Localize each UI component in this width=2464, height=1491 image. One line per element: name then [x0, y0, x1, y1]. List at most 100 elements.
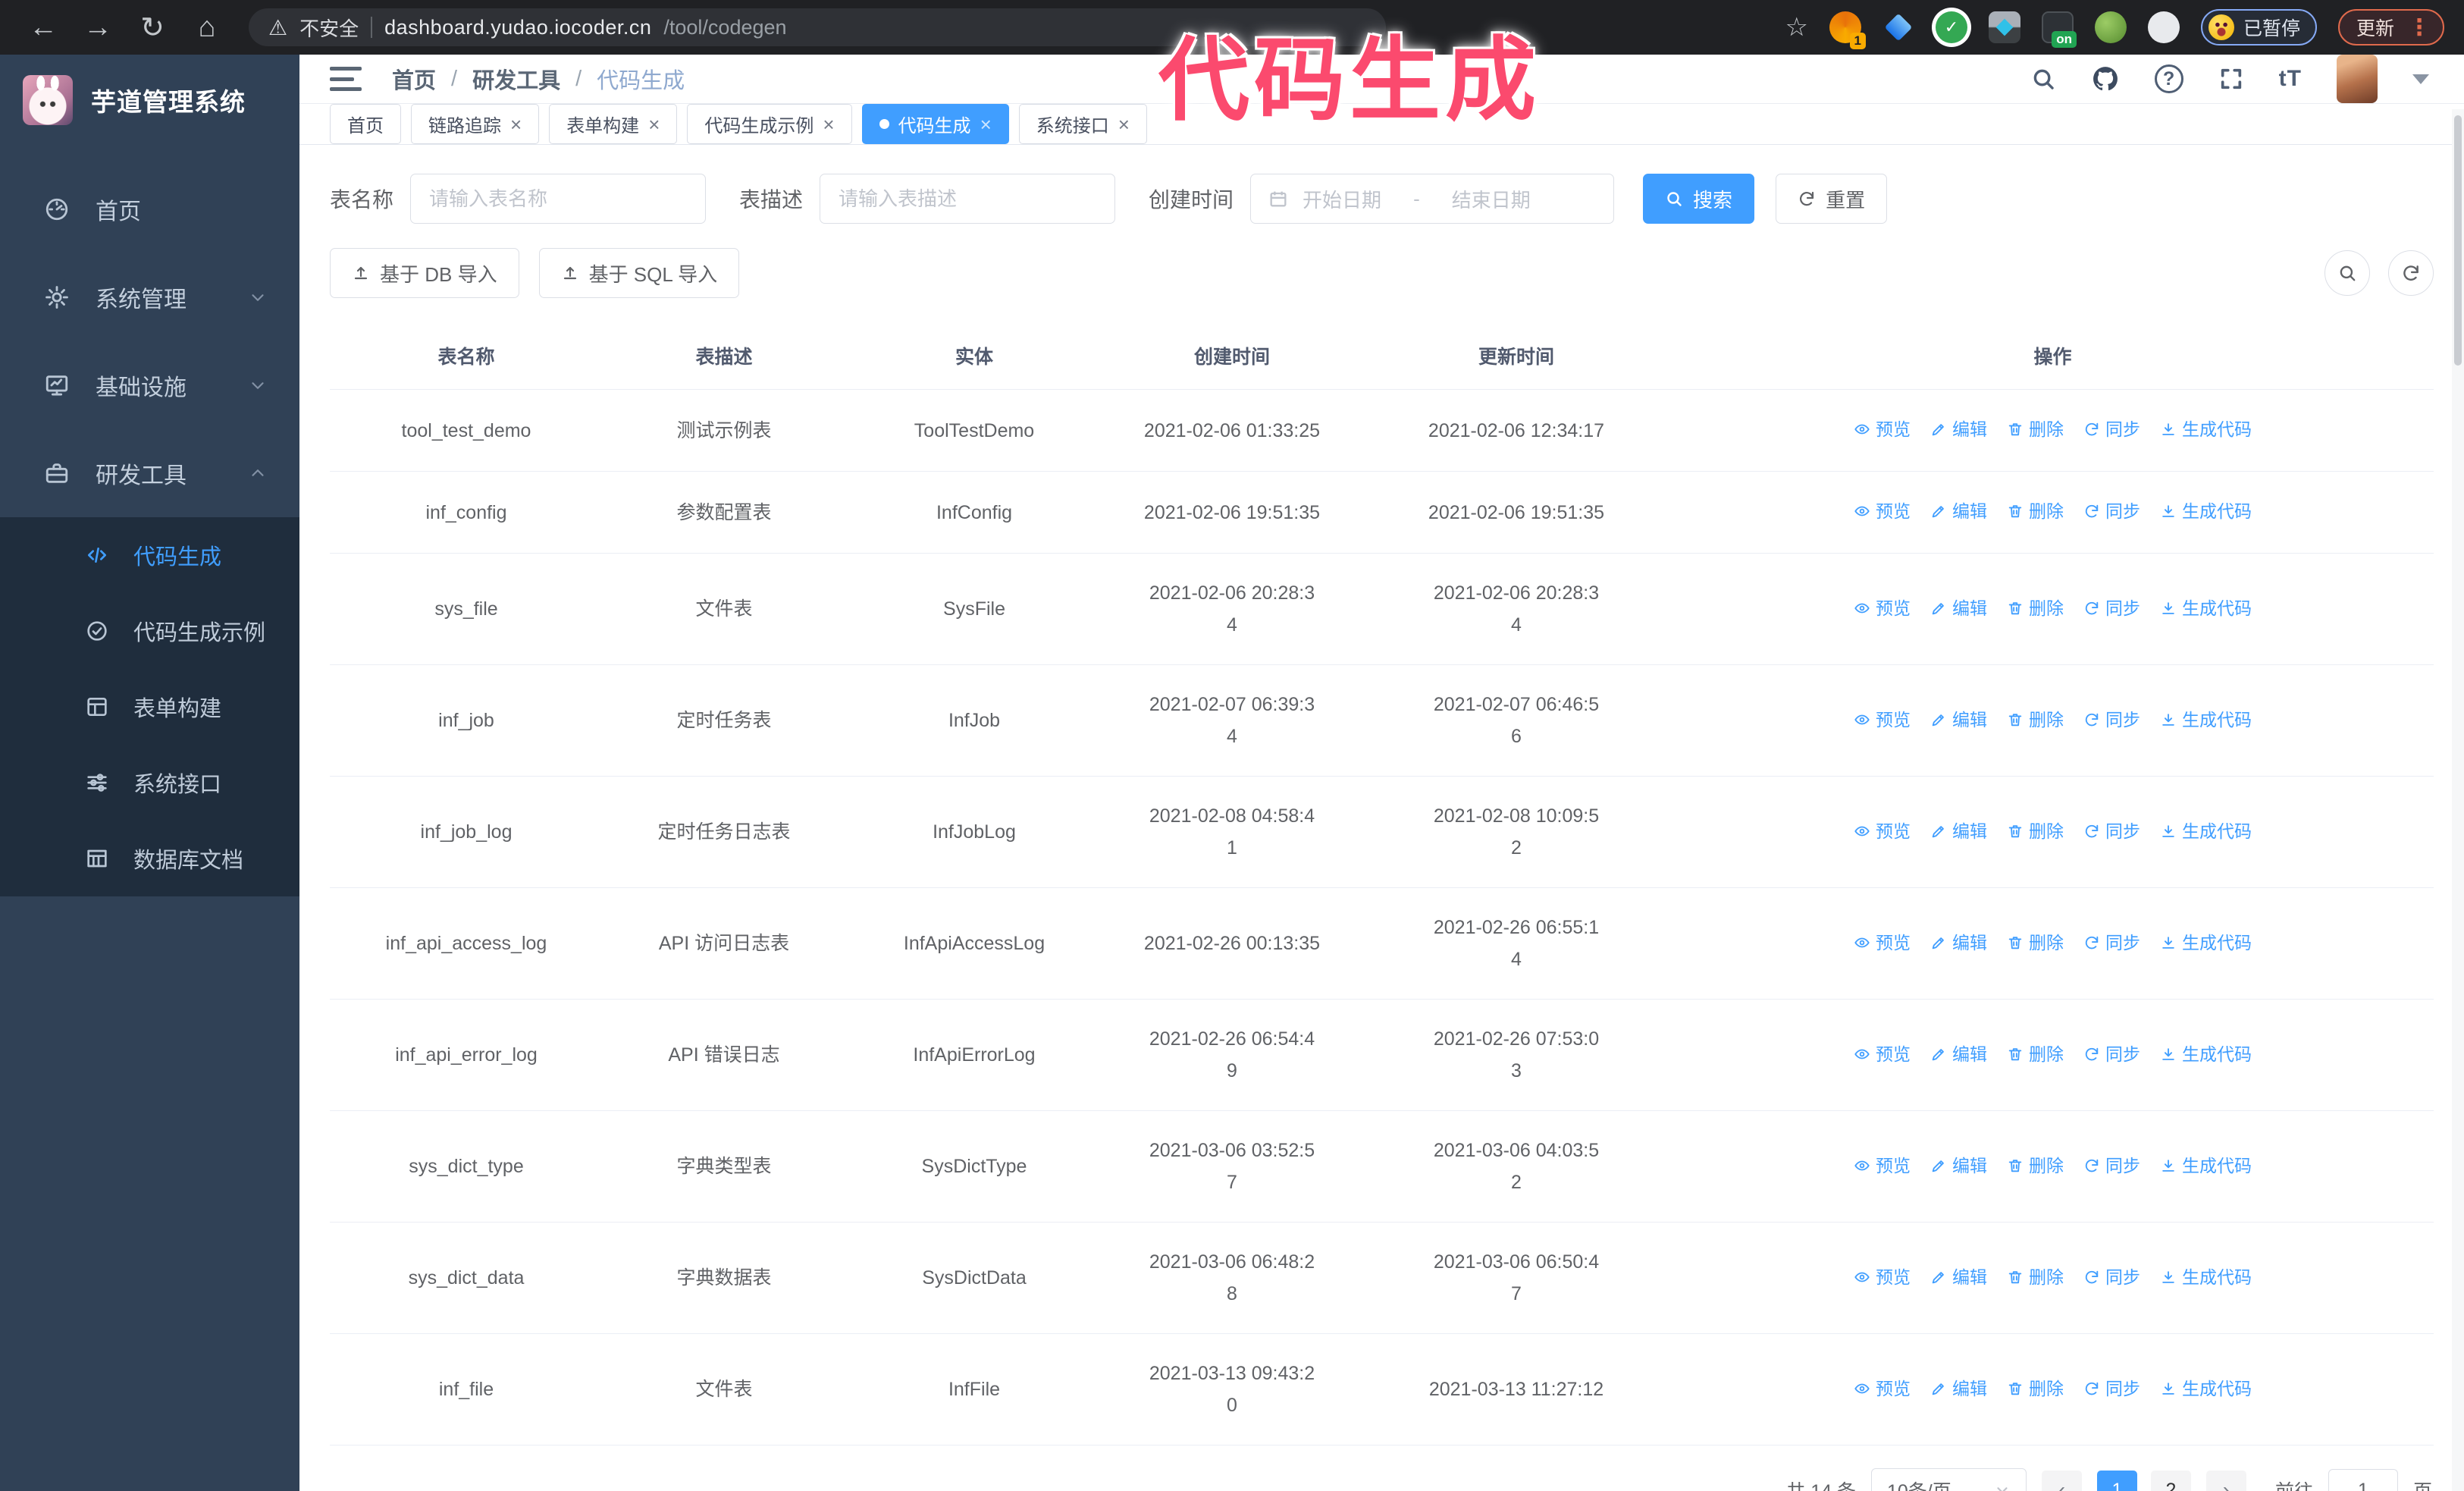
action-edit-link[interactable]: 编辑: [1930, 704, 1987, 736]
tab-2[interactable]: 表单构建 ×: [549, 104, 678, 144]
page-scrollbar[interactable]: [2452, 109, 2464, 1491]
action-delete-link[interactable]: 删除: [2007, 815, 2064, 847]
refresh-button[interactable]: [2388, 250, 2434, 296]
dark-on-extension-icon[interactable]: on: [2041, 11, 2077, 48]
action-eye-link[interactable]: 预览: [1854, 413, 1911, 445]
bookmark-star-icon[interactable]: ☆: [1785, 12, 1807, 42]
action-delete-link[interactable]: 删除: [2007, 1261, 2064, 1293]
action-eye-link[interactable]: 预览: [1854, 1150, 1911, 1182]
action-delete-link[interactable]: 删除: [2007, 1038, 2064, 1070]
date-end-placeholder[interactable]: 结束日期: [1452, 185, 1531, 213]
tab-close-icon[interactable]: ×: [510, 115, 522, 134]
sidebar-item-3[interactable]: 研发工具: [0, 429, 299, 517]
tab-close-icon[interactable]: ×: [648, 115, 660, 134]
chrome-orange-extension-icon[interactable]: 1: [1829, 11, 1866, 49]
page-size-select[interactable]: 10条/页: [1870, 1468, 2027, 1491]
breadcrumb-home[interactable]: 首页: [392, 63, 436, 95]
scrollbar-thumb[interactable]: [2454, 115, 2462, 366]
action-delete-link[interactable]: 删除: [2007, 704, 2064, 736]
action-eye-link[interactable]: 预览: [1854, 592, 1911, 624]
next-page-button[interactable]: ›: [2205, 1470, 2246, 1491]
tab-3[interactable]: 代码生成示例 ×: [687, 104, 852, 144]
action-delete-link[interactable]: 删除: [2007, 927, 2064, 959]
action-download-link[interactable]: 生成代码: [2160, 1150, 2252, 1182]
font-size-icon[interactable]: tT: [2279, 66, 2302, 92]
green-critter-extension-icon[interactable]: [2094, 11, 2127, 43]
action-sync-link[interactable]: 同步: [2083, 1038, 2140, 1070]
action-delete-link[interactable]: 删除: [2007, 495, 2064, 527]
page-button-2[interactable]: 2: [2150, 1470, 2191, 1491]
table-desc-input[interactable]: [820, 174, 1116, 224]
goto-page-input[interactable]: [2328, 1469, 2398, 1491]
tab-4[interactable]: 代码生成 ×: [861, 104, 1009, 144]
action-edit-link[interactable]: 编辑: [1930, 1373, 1987, 1405]
prev-page-button[interactable]: ‹: [2041, 1470, 2082, 1491]
breadcrumb-devtools[interactable]: 研发工具: [472, 63, 560, 95]
search-icon[interactable]: [2030, 66, 2056, 92]
action-download-link[interactable]: 生成代码: [2160, 1261, 2252, 1293]
browser-update-button[interactable]: 更新 ⋮: [2337, 9, 2444, 46]
action-edit-link[interactable]: 编辑: [1930, 495, 1987, 527]
import-sql-button[interactable]: 基于 SQL 导入: [538, 248, 740, 298]
browser-forward-icon[interactable]: →: [74, 6, 121, 49]
tab-5[interactable]: 系统接口 ×: [1018, 104, 1147, 144]
action-download-link[interactable]: 生成代码: [2160, 704, 2252, 736]
fullscreen-icon[interactable]: [2218, 66, 2244, 92]
user-avatar[interactable]: [2337, 55, 2378, 103]
date-range-picker[interactable]: 开始日期 - 结束日期: [1250, 174, 1615, 224]
white-puzzle-extension-icon[interactable]: [2147, 11, 2180, 43]
browser-home-icon[interactable]: ⌂: [183, 6, 230, 49]
action-sync-link[interactable]: 同步: [2083, 1261, 2140, 1293]
tab-0[interactable]: 首页: [330, 104, 401, 144]
date-start-placeholder[interactable]: 开始日期: [1303, 185, 1381, 213]
action-edit-link[interactable]: 编辑: [1930, 1150, 1987, 1182]
action-edit-link[interactable]: 编辑: [1930, 1038, 1987, 1070]
action-edit-link[interactable]: 编辑: [1930, 815, 1987, 847]
table-name-input[interactable]: [410, 174, 707, 224]
sidebar-logo-row[interactable]: 芋道管理系统: [0, 55, 299, 146]
action-download-link[interactable]: 生成代码: [2160, 927, 2252, 959]
action-edit-link[interactable]: 编辑: [1930, 927, 1987, 959]
user-menu-caret-icon[interactable]: [2412, 74, 2429, 84]
action-delete-link[interactable]: 删除: [2007, 413, 2064, 445]
help-icon[interactable]: ?: [2154, 64, 2183, 93]
tab-close-icon[interactable]: ×: [980, 115, 992, 134]
tab-1[interactable]: 链路追踪 ×: [411, 104, 540, 144]
sidebar-subitem-2[interactable]: 表单构建: [0, 669, 299, 745]
action-eye-link[interactable]: 预览: [1854, 495, 1911, 527]
action-sync-link[interactable]: 同步: [2083, 704, 2140, 736]
sidebar-subitem-0[interactable]: 代码生成: [0, 517, 299, 593]
action-download-link[interactable]: 生成代码: [2160, 1373, 2252, 1405]
action-download-link[interactable]: 生成代码: [2160, 1038, 2252, 1070]
sidebar-subitem-1[interactable]: 代码生成示例: [0, 593, 299, 669]
action-sync-link[interactable]: 同步: [2083, 495, 2140, 527]
action-sync-link[interactable]: 同步: [2083, 592, 2140, 624]
blue-gem-extension-icon[interactable]: [1882, 11, 1914, 43]
reset-button[interactable]: 重置: [1776, 174, 1888, 224]
action-sync-link[interactable]: 同步: [2083, 815, 2140, 847]
action-eye-link[interactable]: 预览: [1854, 815, 1911, 847]
action-eye-link[interactable]: 预览: [1854, 1373, 1911, 1405]
sidebar-subitem-4[interactable]: 数据库文档: [0, 821, 299, 896]
sidebar-item-2[interactable]: 基础设施: [0, 341, 299, 429]
github-icon[interactable]: [2091, 64, 2120, 93]
action-edit-link[interactable]: 编辑: [1930, 1261, 1987, 1293]
action-edit-link[interactable]: 编辑: [1930, 413, 1987, 445]
profile-paused-pill[interactable]: 已暂停: [2200, 9, 2317, 46]
action-edit-link[interactable]: 编辑: [1930, 592, 1987, 624]
toggle-search-button[interactable]: [2324, 250, 2370, 296]
security-warning-icon[interactable]: ⚠: [268, 15, 287, 40]
address-bar[interactable]: ⚠ 不安全 dashboard.yudao.iocoder.cn/tool/co…: [249, 8, 1386, 46]
action-sync-link[interactable]: 同步: [2083, 927, 2140, 959]
action-delete-link[interactable]: 删除: [2007, 592, 2064, 624]
action-eye-link[interactable]: 预览: [1854, 1038, 1911, 1070]
tab-close-icon[interactable]: ×: [823, 115, 834, 134]
browser-menu-dots-icon[interactable]: ⋮: [2408, 14, 2431, 41]
action-download-link[interactable]: 生成代码: [2160, 592, 2252, 624]
browser-reload-icon[interactable]: ↻: [129, 6, 176, 49]
action-download-link[interactable]: 生成代码: [2160, 815, 2252, 847]
import-db-button[interactable]: 基于 DB 导入: [330, 248, 519, 298]
action-download-link[interactable]: 生成代码: [2160, 495, 2252, 527]
browser-back-icon[interactable]: ←: [20, 6, 67, 49]
action-sync-link[interactable]: 同步: [2083, 1373, 2140, 1405]
